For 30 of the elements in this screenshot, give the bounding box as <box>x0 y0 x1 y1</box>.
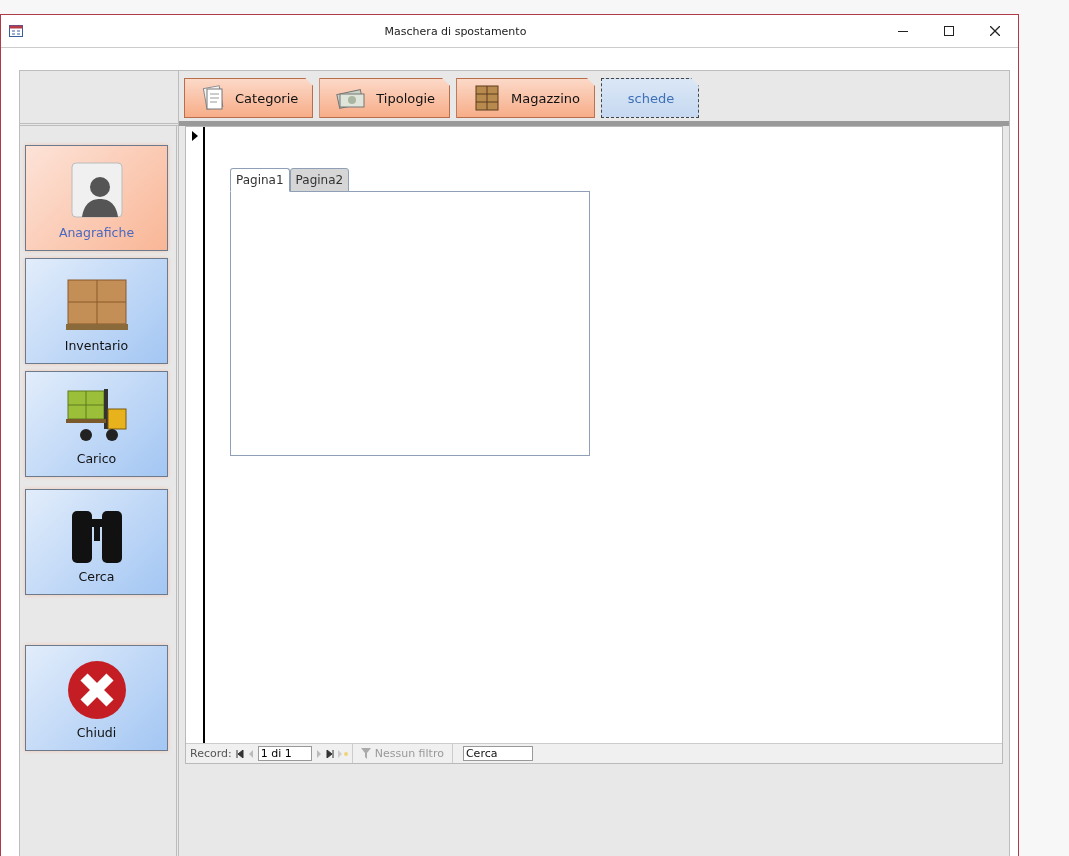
documents-icon <box>201 85 225 111</box>
next-record-icon <box>315 749 322 758</box>
minimize-icon <box>898 30 908 32</box>
toolbar-button[interactable]: schede <box>600 78 699 118</box>
first-record-icon <box>235 749 244 758</box>
toolbar-button[interactable]: Categorie <box>184 78 314 118</box>
last-record-icon <box>325 749 334 758</box>
window-title: Maschera di spostamento <box>383 24 528 38</box>
tab[interactable]: Pagina2 <box>289 168 350 192</box>
menu-button[interactable]: Inventario <box>25 258 168 364</box>
record-label: Record: <box>190 747 232 760</box>
tab[interactable]: Pagina1 <box>230 168 290 192</box>
search-field[interactable]: Cerca <box>462 746 533 761</box>
close-icon <box>990 26 1000 36</box>
toolbar-button[interactable]: Tipologie <box>319 78 451 118</box>
crates-icon <box>473 84 502 112</box>
new-record-icon <box>337 749 348 758</box>
record-pointer-icon <box>191 131 198 141</box>
maximize-icon <box>944 26 954 36</box>
menu-button[interactable]: Chiudi <box>25 645 168 751</box>
close-icon <box>65 659 128 721</box>
banknotes-icon <box>336 86 367 110</box>
record-position-field[interactable]: 1 di 1 <box>257 746 312 761</box>
menu-button[interactable]: Cerca <box>25 489 168 595</box>
toolbar-button[interactable]: Magazzino <box>456 78 595 118</box>
form-icon <box>9 25 23 37</box>
menu-button[interactable]: Carico <box>25 371 168 477</box>
previous-record-icon <box>247 749 254 758</box>
menu-button[interactable]: Anagrafiche <box>25 145 168 251</box>
funnel-icon <box>360 747 373 760</box>
